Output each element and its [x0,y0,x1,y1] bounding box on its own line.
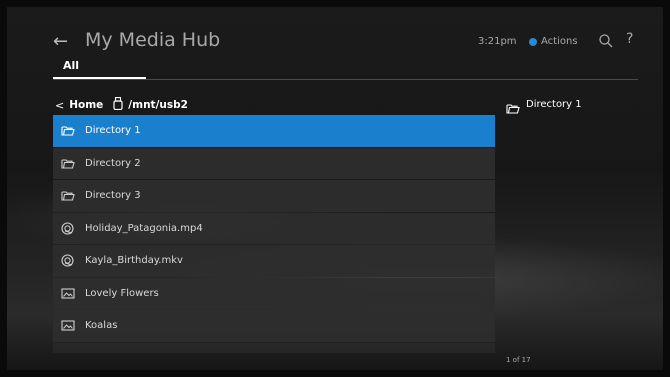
list-item-label: Directory 2 [85,157,141,169]
list-item-label: Directory 1 [85,125,141,137]
breadcrumb-home[interactable]: Home [69,99,103,111]
file-list: Directory 1 Directory 2 Directory 3 Holi… [53,115,495,353]
breadcrumb-path: /mnt/usb2 [128,99,188,111]
list-item[interactable]: Directory 1 [53,115,495,147]
video-file-icon [61,254,75,267]
list-item-label: Koalas [85,320,118,332]
list-item[interactable]: Koalas [53,310,495,342]
actions-dot-icon[interactable] [529,38,537,46]
back-arrow-icon[interactable]: ← [53,31,68,52]
folder-icon [61,190,75,202]
page-title: My Media Hub [85,29,221,51]
media-hub-screen: ← My Media Hub All 3:21pm Actions ? < Ho… [7,7,663,370]
folder-icon [506,99,520,114]
list-item-label: Holiday_Patagonia.mp4 [85,222,203,234]
chevron-left-icon[interactable]: < [55,99,64,112]
usb-drive-icon [113,97,123,113]
list-item-label: Kayla_Birthday.mkv [85,255,183,267]
search-icon[interactable] [598,33,614,49]
header-divider [53,79,638,80]
actions-button[interactable]: Actions [541,36,578,47]
folder-icon [61,157,75,169]
photo-album-icon [61,320,75,332]
tab-all[interactable]: All [63,59,79,72]
list-item-label: Directory 3 [85,190,141,202]
list-item[interactable]: Directory 2 [53,147,495,179]
breadcrumb: < Home /mnt/usb2 [55,97,188,113]
list-item[interactable]: Lovely Flowers [53,277,495,309]
list-item[interactable]: Directory 3 [53,180,495,212]
preview-title: Directory 1 [526,99,582,110]
list-item[interactable]: Kayla_Birthday.mkv [53,245,495,277]
photo-album-icon [61,287,75,299]
list-item[interactable]: Holiday_Patagonia.mp4 [53,212,495,244]
list-scroll-fade [53,342,495,353]
clock: 3:21pm [478,36,517,47]
list-item-label: Lovely Flowers [85,287,159,299]
folder-icon [61,125,75,137]
help-icon[interactable]: ? [626,31,633,47]
video-file-icon [61,222,75,235]
pager-count: 1 of 17 [506,356,531,364]
